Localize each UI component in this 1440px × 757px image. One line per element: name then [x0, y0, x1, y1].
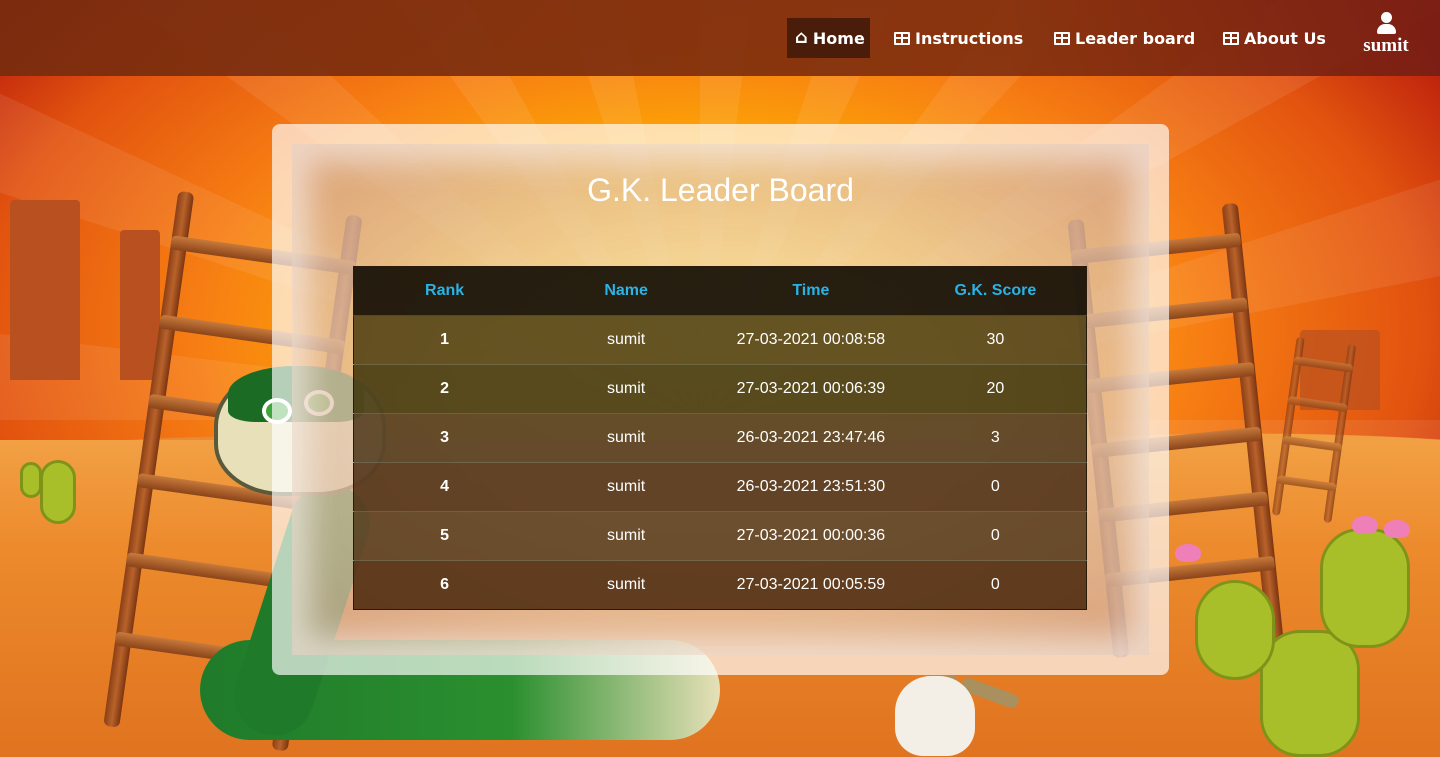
table-header-row: Rank Name Time G.K. Score [353, 266, 1087, 316]
grid-icon [894, 31, 910, 45]
nav-home[interactable]: ⌂ Home [787, 18, 870, 58]
column-header-score: G.K. Score [904, 266, 1087, 316]
name-cell: sumit [535, 364, 717, 414]
rank-cell: 6 [353, 560, 536, 610]
time-cell: 26-03-2021 23:51:30 [716, 462, 905, 512]
top-navbar: ⌂ Home Instructions Leader board About U… [0, 0, 1440, 76]
table-row: 5 sumit 27-03-2021 00:00:36 0 [353, 511, 1087, 561]
time-cell: 27-03-2021 00:08:58 [716, 315, 905, 365]
nav-leader-board-label: Leader board [1075, 28, 1196, 48]
nav-instructions[interactable]: Instructions [886, 18, 1031, 58]
cow-skull [895, 676, 975, 756]
table-row: 4 sumit 26-03-2021 23:51:30 0 [353, 462, 1087, 512]
column-header-rank: Rank [353, 266, 536, 316]
table-row: 6 sumit 27-03-2021 00:05:59 0 [353, 560, 1087, 610]
nav-instructions-label: Instructions [915, 28, 1024, 48]
table-row: 2 sumit 27-03-2021 00:06:39 20 [353, 364, 1087, 414]
leaderboard-table: Rank Name Time G.K. Score 1 sumit 27-03-… [353, 266, 1087, 610]
page-title: G.K. Leader Board [587, 172, 854, 208]
nav-home-label: Home [812, 28, 865, 48]
score-cell: 3 [904, 413, 1087, 463]
cactus-large-pad [1320, 528, 1410, 648]
score-cell: 0 [904, 560, 1087, 610]
nav-about-us-label: About Us [1244, 28, 1326, 48]
user-menu[interactable]: sumit [1358, 12, 1414, 57]
time-cell: 26-03-2021 23:47:46 [716, 413, 905, 463]
cactus-large-arm [1195, 580, 1275, 680]
rank-cell: 1 [353, 315, 536, 365]
cactus-flower [1384, 520, 1410, 538]
table-row: 1 sumit 27-03-2021 00:08:58 30 [353, 315, 1087, 365]
nav-about-us[interactable]: About Us [1215, 18, 1334, 58]
rank-cell: 2 [353, 364, 536, 414]
cactus-flower [1352, 516, 1378, 534]
grid-icon [1223, 31, 1239, 45]
column-header-time: Time [716, 266, 905, 316]
grid-icon [1054, 31, 1070, 45]
leaderboard-panel: G.K. Leader Board Rank Name Time G.K. Sc… [272, 124, 1169, 675]
name-cell: sumit [535, 560, 717, 610]
cactus-large [1260, 630, 1360, 757]
rock-mesa-left [10, 200, 80, 380]
score-cell: 0 [904, 462, 1087, 512]
name-cell: sumit [535, 315, 717, 365]
score-cell: 0 [904, 511, 1087, 561]
score-cell: 30 [904, 315, 1087, 365]
name-cell: sumit [535, 462, 717, 512]
rank-cell: 5 [353, 511, 536, 561]
home-icon: ⌂ [795, 27, 808, 48]
score-cell: 20 [904, 364, 1087, 414]
column-header-name: Name [535, 266, 717, 316]
name-cell: sumit [535, 413, 717, 463]
name-cell: sumit [535, 511, 717, 561]
user-icon [1376, 12, 1396, 34]
table-row: 3 sumit 26-03-2021 23:47:46 3 [353, 413, 1087, 463]
user-name: sumit [1363, 35, 1409, 56]
rank-cell: 4 [353, 462, 536, 512]
rank-cell: 3 [353, 413, 536, 463]
cactus-small-arm [20, 462, 42, 498]
nav-leader-board[interactable]: Leader board [1046, 18, 1203, 58]
cactus-flower [1175, 544, 1201, 562]
time-cell: 27-03-2021 00:05:59 [716, 560, 905, 610]
cactus-small [40, 460, 76, 524]
time-cell: 27-03-2021 00:06:39 [716, 364, 905, 414]
time-cell: 27-03-2021 00:00:36 [716, 511, 905, 561]
